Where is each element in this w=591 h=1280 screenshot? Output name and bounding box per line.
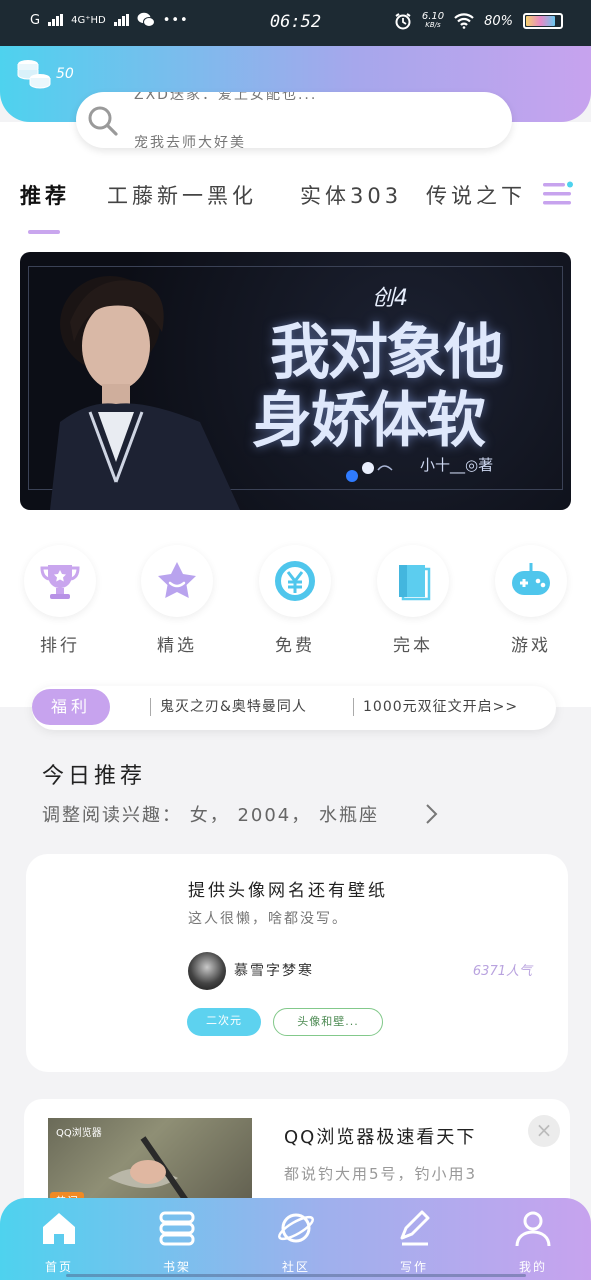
category-label: 游戏: [511, 636, 551, 656]
user-icon: [515, 1211, 551, 1247]
welfare-bar[interactable]: 福利 鬼灭之刃&奥特曼同人 1000元双征文开启>>: [32, 686, 556, 730]
nav-label: 我的: [518, 1260, 547, 1274]
bottom-nav: 首页 书架 社区 写作 我的: [0, 1198, 591, 1280]
nav-home[interactable]: 首页: [14, 1208, 104, 1275]
coin-stack-icon[interactable]: [16, 58, 52, 90]
today-title: 今日推荐: [42, 764, 147, 789]
coin-count: 50: [56, 66, 74, 82]
promo-banner[interactable]: 创4 我对象他 身娇体软 小十__◎著: [20, 252, 571, 510]
close-icon[interactable]: ×: [528, 1115, 560, 1147]
card-title: 提供头像网名还有壁纸: [188, 881, 388, 901]
featured-circle: [141, 545, 213, 617]
home-indicator[interactable]: [66, 1274, 526, 1277]
tab-recommend[interactable]: 推荐: [20, 180, 70, 210]
search-hint-2: 宠我去师大好美: [134, 135, 246, 148]
status-right: 6.10 KB/s 80%: [394, 12, 563, 30]
pen-icon: [400, 1210, 430, 1246]
net-speed-value: 6.10: [421, 11, 445, 22]
welfare-item-contest[interactable]: 1000元双征文开启>>: [363, 696, 518, 716]
ranking-circle: [24, 545, 96, 617]
category-games[interactable]: 游戏: [494, 545, 568, 656]
category-label: 完本: [393, 636, 433, 656]
recommend-card[interactable]: 提供头像网名还有壁纸 这人很懒，啥都没写。 慕雪字梦寒 6371人气 二次元 头…: [26, 854, 568, 1072]
category-free[interactable]: 免费: [258, 545, 332, 656]
home-icon: [43, 1213, 75, 1244]
status-bar: G 4G⁺HD ••• 06:52 6.10 KB/s 80%: [0, 0, 591, 46]
active-tab-indicator: [28, 230, 60, 234]
divider: [150, 698, 151, 716]
tab-shiti-303[interactable]: 实体303: [300, 180, 402, 210]
completed-circle: [377, 545, 449, 617]
card-description: 这人很懒，啥都没写。: [188, 911, 348, 927]
ad-description: 都说钓大用5号，钓小用3: [284, 1165, 478, 1183]
search-icon: [88, 106, 118, 136]
app-root: G 4G⁺HD ••• 06:52 6.10 KB/s 80% 50 ZXD送家…: [0, 0, 591, 1280]
battery-percent: 80%: [484, 13, 513, 29]
category-ranking[interactable]: 排行: [23, 545, 97, 656]
book-icon: [399, 565, 431, 601]
net-speed: 6.10 KB/s: [422, 12, 444, 30]
banner-author: 小十__◎著: [420, 456, 494, 474]
nav-label: 写作: [399, 1260, 428, 1274]
tag-avatar-wallpaper[interactable]: 头像和壁...: [273, 1008, 383, 1036]
gamepad-icon: [512, 563, 550, 595]
search-hint-1: ZXD送家：爱上女配也...: [134, 92, 318, 103]
banner-portrait: [50, 276, 240, 510]
nav-write[interactable]: 写作: [369, 1208, 459, 1275]
search-box[interactable]: ZXD送家：爱上女配也... 宠我去师大好美: [76, 92, 512, 148]
author-name[interactable]: 慕雪字梦寒: [234, 960, 314, 980]
banner-ornament: [346, 462, 393, 482]
reading-interest-link[interactable]: 调整阅读兴趣： 女， 2004， 水瓶座: [42, 801, 379, 827]
net-speed-unit: KB/s: [425, 21, 441, 29]
nav-label: 首页: [44, 1260, 73, 1274]
author-avatar[interactable]: [188, 952, 226, 990]
yuan-free-icon: [275, 561, 315, 601]
free-circle: [259, 545, 331, 617]
tab-undertale[interactable]: 传说之下: [426, 180, 526, 210]
category-label: 免费: [275, 636, 315, 656]
nav-profile[interactable]: 我的: [488, 1208, 578, 1275]
welfare-item-fanfic[interactable]: 鬼灭之刃&奥特曼同人: [160, 696, 307, 716]
banner-title-line2: 身娇体软: [252, 386, 486, 456]
alarm-icon: [395, 13, 411, 30]
category-label: 精选: [157, 636, 197, 656]
battery-icon: [523, 13, 563, 29]
category-featured[interactable]: 精选: [140, 545, 214, 656]
nav-label: 社区: [281, 1260, 310, 1274]
tabs-menu-icon[interactable]: [541, 180, 573, 208]
bookshelf-icon: [159, 1211, 195, 1246]
nav-label: 书架: [162, 1260, 191, 1274]
ad-title: QQ浏览器极速看天下: [284, 1127, 477, 1148]
tag-anime[interactable]: 二次元: [187, 1008, 261, 1036]
ad-brand: QQ浏览器: [56, 1128, 102, 1139]
chevron-right-icon[interactable]: [423, 802, 439, 826]
games-circle: [495, 545, 567, 617]
welfare-badge: 福利: [32, 689, 110, 725]
tab-kudo-shinichi[interactable]: 工藤新一黑化: [107, 180, 257, 210]
category-tabs: 推荐 工藤新一黑化 实体303 传说之下: [0, 180, 540, 220]
category-label: 排行: [40, 636, 80, 656]
popularity-count: 6371人气: [472, 964, 532, 979]
nav-community[interactable]: 社区: [251, 1208, 341, 1275]
category-completed[interactable]: 完本: [376, 545, 450, 656]
star-icon: [158, 562, 196, 598]
wifi-icon: [454, 13, 474, 29]
planet-icon: [278, 1213, 314, 1243]
nav-bookshelf[interactable]: 书架: [132, 1208, 222, 1275]
trophy-icon: [40, 565, 80, 599]
divider: [353, 698, 354, 716]
